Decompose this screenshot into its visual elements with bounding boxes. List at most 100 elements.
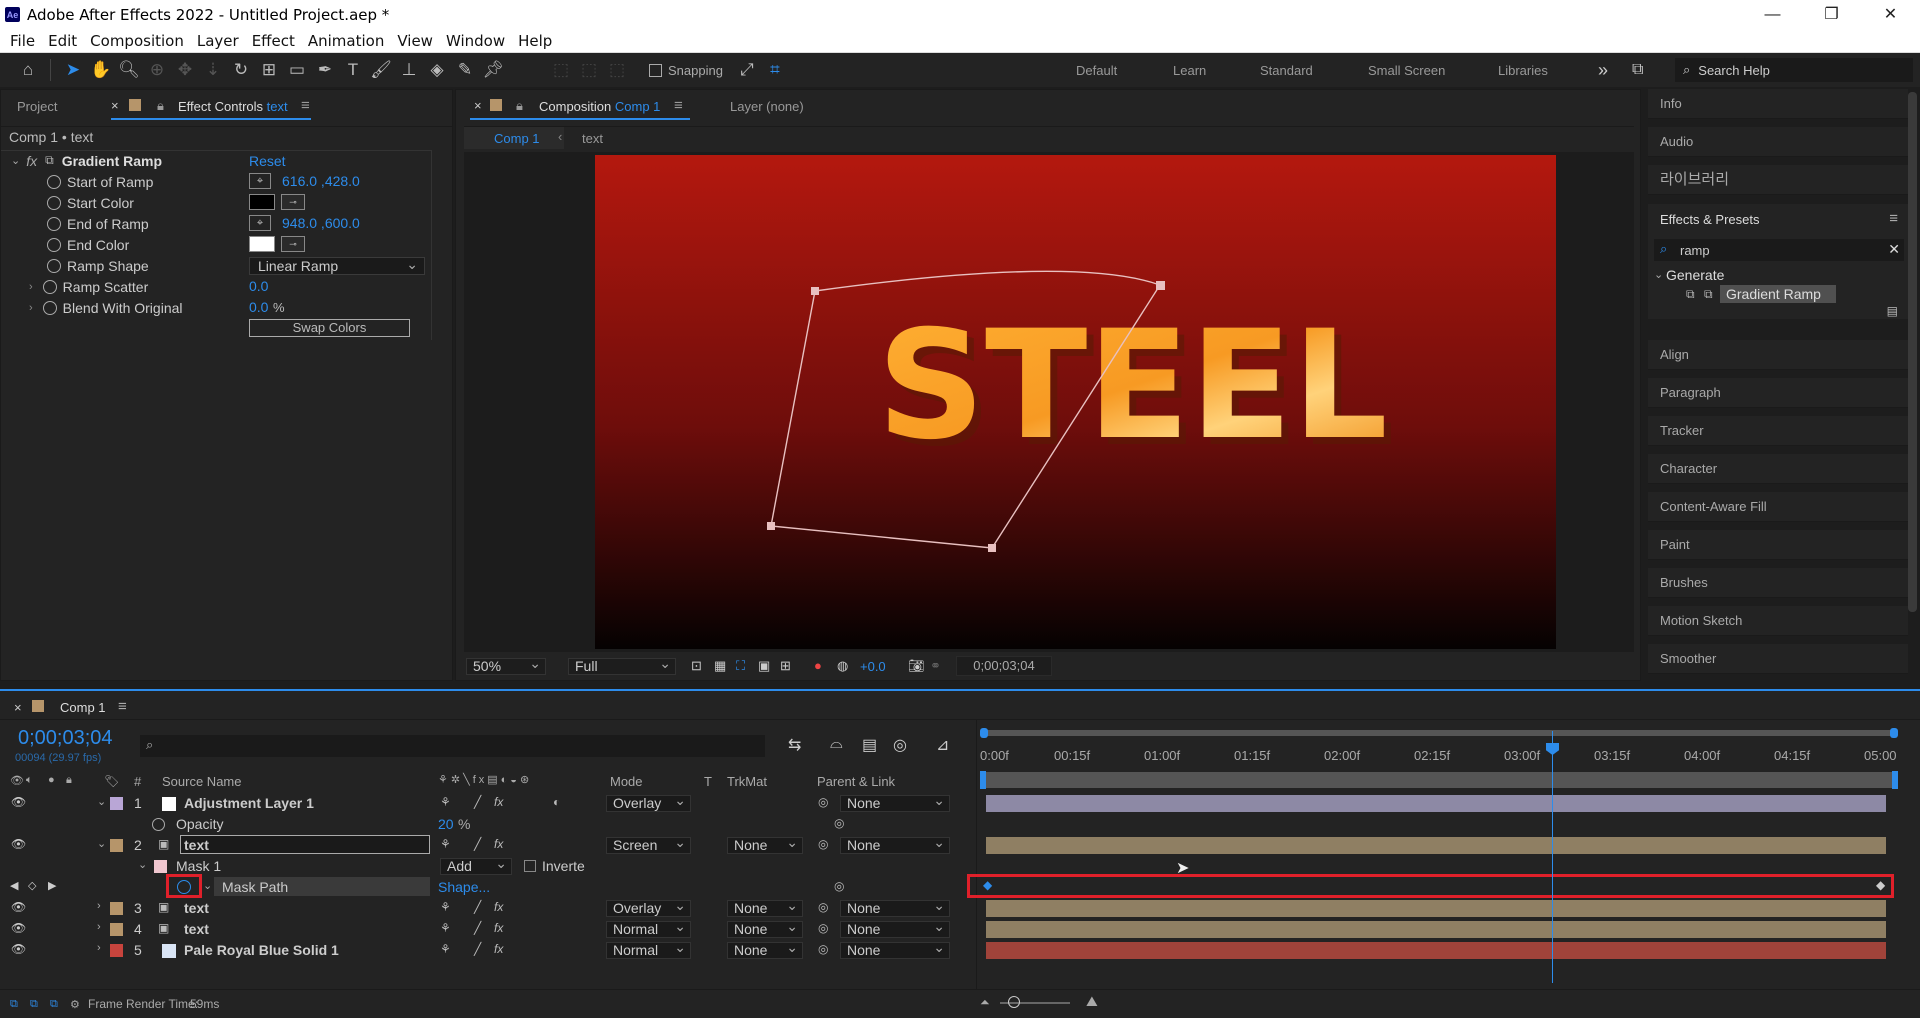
layer-name[interactable]: text <box>184 921 209 937</box>
mask-vertex[interactable] <box>988 544 996 552</box>
effects-switch-icon[interactable]: fx <box>494 942 503 956</box>
panel-libraries[interactable]: 라이브러리 <box>1648 165 1908 195</box>
blend-value[interactable]: 0.0 <box>249 299 268 315</box>
zoom-out-icon[interactable]: ⏶ <box>980 995 990 1010</box>
hand-tool-icon[interactable]: ✋ <box>87 56 115 84</box>
start-of-ramp-value[interactable]: 616.0 ,428.0 <box>282 173 360 189</box>
in-out-toggle-icon[interactable]: ⧉ <box>50 998 58 1011</box>
trkmat-dropdown[interactable]: None <box>727 919 803 938</box>
quality-switch-icon[interactable]: ╱ <box>474 942 481 956</box>
shy-layers-icon[interactable]: ⌓ <box>830 735 843 753</box>
expand-arrow-icon[interactable]: › <box>97 900 101 912</box>
puppet-pin-tool-icon[interactable]: 📌︎ <box>479 56 507 84</box>
transfer-controls-toggle-icon[interactable]: ⧉ <box>30 998 38 1011</box>
quality-switch-icon[interactable]: ╱ <box>474 900 481 914</box>
stopwatch-icon[interactable] <box>42 300 57 315</box>
clear-search-icon[interactable]: ✕ <box>1888 241 1900 258</box>
panel-menu-icon[interactable]: ≡ <box>118 698 127 715</box>
eraser-tool-icon[interactable]: ◈ <box>423 56 451 84</box>
layer-name[interactable]: text <box>184 900 209 916</box>
layer-bar-text[interactable] <box>986 921 1886 938</box>
menu-file[interactable]: File <box>10 32 35 50</box>
close-tab-icon[interactable]: × <box>474 98 482 113</box>
label-color[interactable] <box>110 923 123 936</box>
visibility-eye-icon[interactable]: 👁︎ <box>11 900 26 914</box>
shy-switch-icon[interactable]: ⚘ <box>440 900 451 914</box>
render-time-toggle-icon[interactable]: ⚙ <box>70 998 80 1011</box>
crosshair-icon[interactable]: ⌖ <box>249 215 271 231</box>
lock-icon[interactable]: 🔒︎ <box>157 98 164 114</box>
stopwatch-icon[interactable] <box>42 279 57 294</box>
blend-mode-dropdown[interactable]: Overlay <box>606 898 691 917</box>
layer-bar-adjustment[interactable] <box>986 795 1886 812</box>
mask-vertex[interactable] <box>811 287 819 295</box>
prev-keyframe-icon[interactable]: ◀ <box>10 879 18 892</box>
exposure-value[interactable]: +0.0 <box>860 659 886 674</box>
type-tool-icon[interactable]: T <box>339 56 367 84</box>
crosshair-icon[interactable]: ⌖ <box>249 173 271 189</box>
effect-header-row[interactable]: ⌄ fx ⧉ Gradient Ramp Reset <box>1 150 431 171</box>
frame-blending-icon[interactable]: ▤ <box>862 735 877 755</box>
stopwatch-icon[interactable] <box>47 258 61 273</box>
swap-colors-button[interactable]: Swap Colors <box>249 319 410 337</box>
end-of-ramp-value[interactable]: 948.0 ,600.0 <box>282 215 360 231</box>
current-time-indicator[interactable] <box>1552 731 1553 983</box>
fast-previews-icon[interactable]: ⊡ <box>691 658 702 674</box>
parent-dropdown[interactable]: None <box>840 793 950 812</box>
new-preset-icon[interactable]: ▤ <box>1887 304 1898 318</box>
rotation-tool-icon[interactable]: ↻ <box>227 56 255 84</box>
effect-result-gradient-ramp[interactable]: Gradient Ramp <box>1720 285 1836 303</box>
channel-icon[interactable]: ● <box>814 658 822 673</box>
fx-icon[interactable]: fx <box>26 153 37 169</box>
blend-mode-dropdown[interactable]: Normal <box>606 940 691 959</box>
ramp-scatter-value[interactable]: 0.0 <box>249 278 268 294</box>
mask-vertex[interactable] <box>767 522 775 530</box>
label-color[interactable] <box>110 944 123 957</box>
mask-visibility-icon[interactable]: ⛶ <box>736 658 745 674</box>
parent-dropdown[interactable]: None <box>840 835 950 854</box>
maximize-button[interactable]: ❐ <box>1802 0 1861 29</box>
layer-row[interactable]: 👁︎ › 4 ▣ text ⚘ ╱ fx Normal None ◎ None <box>0 919 975 940</box>
layer-bar-text[interactable] <box>986 837 1886 854</box>
snapping-toggle[interactable]: Snapping <box>649 63 723 78</box>
end-color-swatch[interactable] <box>249 236 275 252</box>
layer-name[interactable]: Adjustment Layer 1 <box>184 795 314 811</box>
parent-dropdown[interactable]: None <box>840 940 950 959</box>
pick-whip-icon[interactable]: ◎ <box>818 900 828 914</box>
tab-composition[interactable]: Composition Comp 1 <box>539 99 660 114</box>
pan-behind-tool-icon[interactable]: ⊞ <box>255 56 283 84</box>
expand-arrow-icon[interactable]: › <box>97 921 101 933</box>
pen-tool-icon[interactable]: ✒ <box>311 56 339 84</box>
layer-name[interactable]: text <box>184 837 209 853</box>
playhead-icon[interactable] <box>1546 743 1559 755</box>
axis-view-icon[interactable]: ⬚ <box>603 56 631 84</box>
work-area-end-handle[interactable] <box>1890 728 1898 738</box>
keyframe-icon[interactable]: ◆ <box>983 878 992 892</box>
right-panel-scrollbar[interactable] <box>1908 92 1917 612</box>
collapse-arrow-icon[interactable]: ⌄ <box>97 795 106 808</box>
snapshot-icon[interactable]: 📷︎ <box>908 658 925 674</box>
pick-whip-icon[interactable]: ◎ <box>834 879 844 893</box>
in-point-marker[interactable] <box>980 771 986 789</box>
layer-breadcrumb[interactable]: text <box>582 131 603 146</box>
panel-smoother[interactable]: Smoother <box>1648 644 1908 674</box>
region-of-interest-icon[interactable]: ▣ <box>758 658 770 674</box>
color-management-icon[interactable]: ◍ <box>837 658 848 674</box>
show-snapshot-icon[interactable]: ⚭ <box>930 658 941 674</box>
workspace-editor-icon[interactable]: ⧉ <box>1632 53 1643 87</box>
composition-canvas[interactable]: STEEL STEEL <box>595 155 1556 649</box>
parent-dropdown[interactable]: None <box>840 898 950 917</box>
collapse-arrow-icon[interactable]: ⌄ <box>203 879 212 892</box>
pick-whip-icon[interactable]: ◎ <box>818 837 828 851</box>
tab-layer[interactable]: Layer (none) <box>730 99 804 114</box>
panel-brushes[interactable]: Brushes <box>1648 568 1908 598</box>
axis-mode-icon[interactable]: ⬚ <box>547 56 575 84</box>
current-timecode[interactable]: 0;00;03;04 <box>18 727 113 750</box>
transparency-grid-icon[interactable]: ▦ <box>714 658 726 674</box>
snap-edges-icon[interactable]: ⤢ <box>733 56 761 84</box>
layer-bar-text[interactable] <box>986 900 1886 917</box>
menu-composition[interactable]: Composition <box>90 32 184 50</box>
close-tab-icon[interactable]: × <box>111 98 119 113</box>
trkmat-dropdown[interactable]: None <box>727 940 803 959</box>
parent-dropdown[interactable]: None <box>840 919 950 938</box>
